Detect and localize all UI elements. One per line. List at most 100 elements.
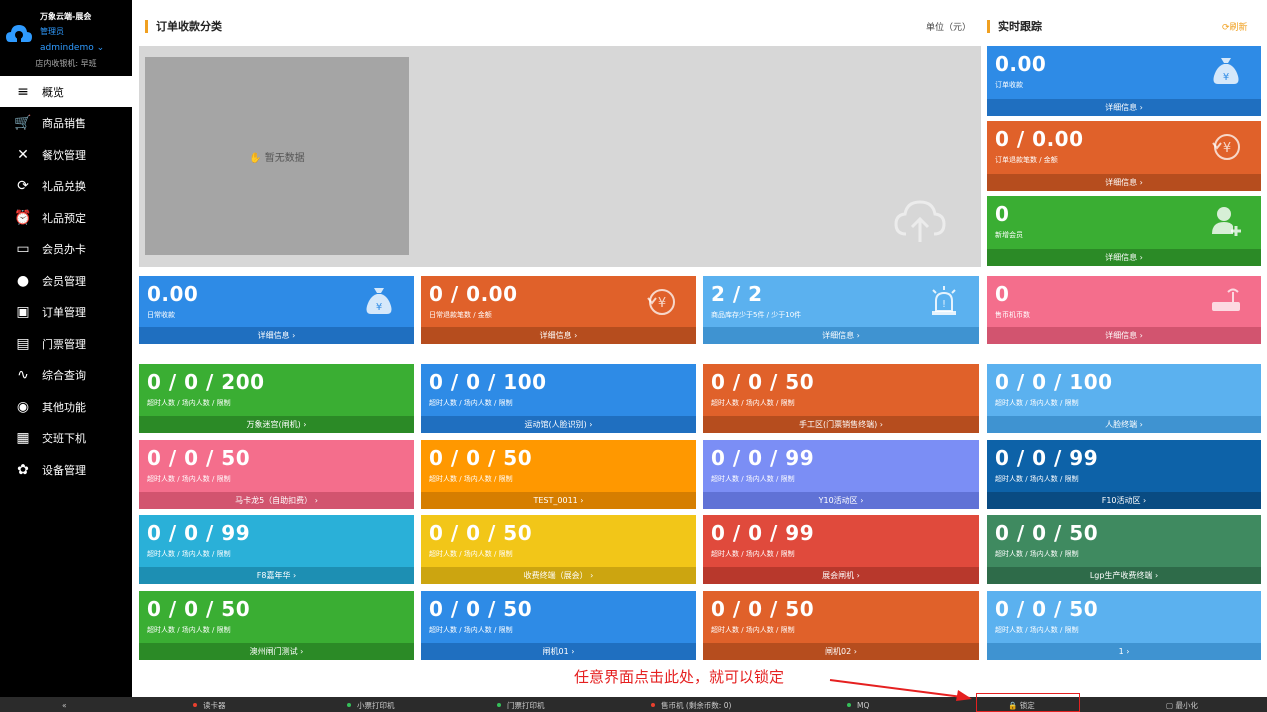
- exchange-icon: ⟳: [17, 178, 29, 194]
- card-detail-link[interactable]: 详细信息 ›: [139, 327, 414, 344]
- stat-card: 0.00 订单收款 详细信息 › ¥: [987, 46, 1261, 116]
- card-label: 超时人数 / 场内人数 / 限制: [429, 550, 513, 558]
- card-detail-link[interactable]: 详细信息 ›: [987, 99, 1261, 116]
- stat-card: 0 / 0 / 99 超时人数 / 场内人数 / 限制 F8嘉年华 ›: [139, 515, 414, 584]
- nav-label: 会员管理: [42, 274, 86, 288]
- card-detail-link[interactable]: 澳州闸门测试 ›: [139, 642, 414, 660]
- stat-card: 0 / 0.00 订单退款笔数 / 金额 详细信息 › ¥: [987, 121, 1261, 191]
- card-detail-link[interactable]: 人脸终端 ›: [987, 416, 1261, 433]
- card-label: 超时人数 / 场内人数 / 限制: [995, 399, 1079, 407]
- card-label: 超时人数 / 场内人数 / 限制: [711, 474, 795, 483]
- card-value: 0 / 0 / 50: [995, 596, 1099, 621]
- nav-label: 礼品兑换: [42, 180, 86, 193]
- card-label: 超时人数 / 场内人数 / 限制: [147, 474, 231, 483]
- stat-card: 0 / 0 / 99 超时人数 / 场内人数 / 限制 展会闸机 ›: [703, 515, 979, 584]
- stat-card: 0 / 0 / 50 超时人数 / 场内人数 / 限制 TEST_0011 ›: [421, 439, 696, 509]
- nav-query[interactable]: ∿ 综合查询: [0, 360, 132, 391]
- money-bag-icon: ¥: [362, 284, 396, 318]
- calculator-icon: ▦: [16, 430, 30, 446]
- card-icon: ▭: [16, 241, 30, 257]
- alarm-light-icon: !: [927, 284, 961, 318]
- card-detail-link[interactable]: Y10活动区 ›: [703, 491, 979, 509]
- nav-catering[interactable]: ✕ 餐饮管理: [0, 139, 132, 170]
- stat-card: 0 / 0 / 50 超时人数 / 场内人数 / 限制 收费终端（展会） ›: [421, 515, 696, 584]
- stat-card: 0 售币机币数 详细信息 ›: [987, 276, 1261, 344]
- card-value: 0 / 0 / 100: [995, 370, 1113, 394]
- card-detail-link[interactable]: 万象迷宫(闸机) ›: [139, 416, 414, 433]
- nav-member-card[interactable]: ▭ 会员办卡: [0, 234, 132, 265]
- nav-handover[interactable]: ▦ 交班下机: [0, 423, 132, 454]
- card-detail-link[interactable]: 运动馆(人脸识别) ›: [421, 416, 696, 433]
- cloud-logo-icon: [6, 25, 32, 42]
- nav-device[interactable]: ✿ 设备管理: [0, 454, 132, 485]
- nav-label: 商品销售: [42, 117, 86, 130]
- status-dot-icon: [497, 703, 501, 707]
- alarm-icon: ⏰: [14, 209, 32, 226]
- nav-ticket-manage[interactable]: ▤ 门票管理: [0, 328, 132, 359]
- card-detail-link[interactable]: 收费终端（展会） ›: [421, 567, 696, 584]
- card-label: 超时人数 / 场内人数 / 限制: [147, 550, 231, 558]
- nav-member-manage[interactable]: ● 会员管理: [0, 265, 132, 296]
- card-detail-link[interactable]: 马卡龙5（自助扣费） ›: [139, 491, 414, 509]
- collapse-sidebar-button[interactable]: «: [62, 700, 67, 710]
- nav-product-sales[interactable]: 🛒 商品销售: [0, 108, 132, 139]
- nav-label: 门票管理: [42, 337, 86, 351]
- nav-gift-exchange[interactable]: ⟳ 礼品兑换: [0, 171, 132, 202]
- card-detail-link[interactable]: 闸机01 ›: [421, 642, 696, 660]
- card-value: 0 / 0.00: [995, 127, 1084, 151]
- card-detail-link[interactable]: 详细信息 ›: [703, 327, 979, 344]
- lock-highlight-box: [976, 693, 1080, 712]
- card-detail-link[interactable]: 详细信息 ›: [987, 174, 1261, 191]
- cart-icon: 🛒: [14, 115, 32, 131]
- card-detail-link[interactable]: 详细信息 ›: [987, 327, 1261, 344]
- card-label: 超时人数 / 场内人数 / 限制: [429, 399, 513, 407]
- card-detail-link[interactable]: TEST_0011 ›: [421, 491, 696, 509]
- aperture-icon: ◉: [16, 398, 30, 415]
- card-detail-link[interactable]: 详细信息 ›: [421, 327, 696, 344]
- member-icon: ●: [16, 272, 30, 289]
- stat-card: 0 / 0 / 50 超时人数 / 场内人数 / 限制 手工区(门票销售终端) ›: [703, 364, 979, 433]
- card-value: 0 / 0 / 200: [147, 370, 265, 394]
- svg-text:¥: ¥: [376, 302, 382, 313]
- nav-other[interactable]: ◉ 其他功能: [0, 391, 132, 422]
- card-value: 0 / 0 / 100: [429, 370, 547, 394]
- stat-card: 0 / 0 / 100 超时人数 / 场内人数 / 限制运动馆(人脸识别) ›: [421, 364, 696, 433]
- card-detail-link[interactable]: F8嘉年华 ›: [139, 567, 414, 584]
- nav-gift-reserve[interactable]: ⏰ 礼品预定: [0, 202, 132, 233]
- card-value: 0 / 0 / 50: [995, 521, 1099, 545]
- card-label: 超时人数 / 场内人数 / 限制: [429, 625, 513, 634]
- card-label: 日常收款: [147, 311, 175, 319]
- refund-icon: ¥: [644, 284, 678, 318]
- card-label: 超时人数 / 场内人数 / 限制: [995, 474, 1079, 483]
- card-detail-link[interactable]: F10活动区 ›: [987, 491, 1261, 509]
- card-detail-link[interactable]: 闸机02 ›: [703, 642, 979, 660]
- pulse-icon: ∿: [17, 367, 29, 383]
- stat-card: 0 / 0 / 50 超时人数 / 场内人数 / 限制 闸机01 ›: [421, 590, 696, 660]
- cloud-upload-icon: [894, 200, 946, 242]
- cashier-shift: 店内收银机: 早班: [35, 59, 97, 68]
- nav-label: 礼品预定: [42, 211, 86, 225]
- annotation-arrow-icon: [829, 679, 972, 701]
- card-detail-link[interactable]: 展会闸机 ›: [703, 567, 979, 584]
- money-bag-icon: ¥: [1209, 54, 1243, 88]
- menu-icon: ≡: [17, 83, 29, 100]
- device-status-item: 小票打印机: [347, 700, 395, 710]
- minimize-button[interactable]: ▢ 最小化: [1166, 700, 1198, 710]
- user-menu[interactable]: admindemo ⌄: [40, 43, 104, 53]
- card-label: 订单退款笔数 / 金额: [995, 156, 1058, 164]
- sidebar: 万象云端-展会 管理员 admindemo ⌄ 店内收银机: 早班 ≡ 概览 🛒 商品…: [0, 0, 132, 712]
- nav-overview[interactable]: ≡ 概览: [0, 76, 132, 107]
- card-value: 0 / 0 / 50: [429, 445, 533, 470]
- device-status-label: 门票打印机: [507, 700, 545, 710]
- clipboard-icon: ▣: [16, 304, 30, 320]
- refresh-button[interactable]: ⟳刷新: [1222, 20, 1248, 33]
- card-detail-link[interactable]: 详细信息 ›: [987, 249, 1261, 266]
- stat-card: 0 / 0.00 日常退款笔数 / 金额 详细信息 › ¥: [421, 276, 696, 344]
- card-detail-link[interactable]: 1 ›: [987, 642, 1261, 660]
- stat-card: 0 / 0 / 50 超时人数 / 场内人数 / 限制 澳州闸门测试 ›: [139, 590, 414, 660]
- card-detail-link[interactable]: Lgp生产收费终端 ›: [987, 567, 1261, 584]
- card-detail-link[interactable]: 手工区(门票销售终端) ›: [703, 416, 979, 433]
- card-value: 0 / 0 / 50: [711, 370, 815, 394]
- nav-order-manage[interactable]: ▣ 订单管理: [0, 297, 132, 328]
- stat-card: 0 / 0 / 50 超时人数 / 场内人数 / 限制 1 ›: [987, 590, 1261, 660]
